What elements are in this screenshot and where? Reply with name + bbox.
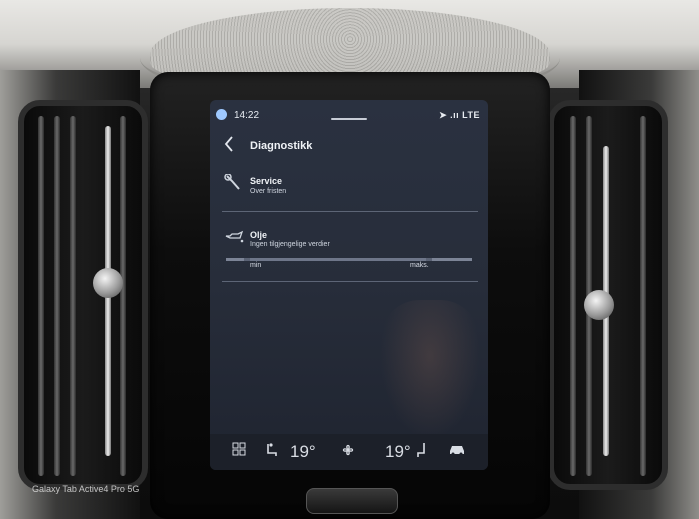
wrench-icon — [224, 173, 242, 195]
vent-slat — [70, 116, 76, 476]
right-air-vent — [548, 100, 668, 490]
status-time: 14:22 — [234, 110, 260, 121]
oil-can-icon — [224, 230, 244, 247]
gauge-segment — [432, 258, 472, 261]
status-bar: 14:22 ➤ .ıı LTE — [210, 100, 488, 130]
gauge-min-label: min — [250, 262, 262, 269]
page-title: Diagnostikk — [250, 140, 313, 152]
pull-down-handle[interactable] — [331, 118, 367, 120]
seat-icon[interactable] — [415, 442, 429, 464]
gauge-segment — [226, 258, 244, 261]
vent-slat — [54, 116, 60, 476]
climate-bar: 19° 19° — [210, 434, 488, 470]
left-temperature[interactable]: 19° — [290, 442, 316, 462]
gauge-max-label: maks. — [410, 262, 429, 269]
grid-icon[interactable] — [232, 442, 246, 462]
vent-slat — [120, 116, 126, 476]
screen-reflection — [380, 300, 480, 440]
vent-knob — [93, 268, 123, 298]
status-indicators: ➤ .ıı LTE — [439, 110, 480, 120]
car-icon[interactable] — [448, 442, 466, 462]
fan-icon[interactable] — [340, 442, 356, 464]
right-temperature[interactable]: 19° — [385, 442, 411, 462]
console-latch — [306, 488, 398, 514]
left-air-vent — [18, 100, 148, 490]
vent-slat — [38, 116, 44, 476]
vent-slat — [640, 116, 646, 476]
list-item-title: Olje — [250, 230, 268, 240]
infotainment-screen: 14:22 ➤ .ıı LTE Diagnostikk Service Over… — [210, 100, 488, 470]
vent-slat — [570, 116, 576, 476]
profile-icon[interactable] — [216, 109, 227, 120]
page-header: Diagnostikk — [210, 133, 488, 161]
divider — [222, 211, 478, 212]
vent-knob — [584, 290, 614, 320]
gauge-segment — [250, 258, 426, 261]
camera-watermark: Galaxy Tab Active4 Pro 5G — [32, 484, 140, 494]
oil-level-gauge — [226, 258, 472, 261]
list-item-title: Service — [250, 176, 283, 186]
list-item-subtitle: Ingen tilgjengelige verdier — [250, 241, 330, 248]
divider — [222, 281, 478, 282]
list-item-subtitle: Over fristen — [250, 188, 287, 195]
list-item-service[interactable]: Service Over fristen — [210, 170, 488, 210]
photo-background: 14:22 ➤ .ıı LTE Diagnostikk Service Over… — [0, 0, 699, 519]
chevron-left-icon[interactable] — [224, 136, 234, 157]
heated-seat-icon[interactable] — [264, 442, 280, 464]
